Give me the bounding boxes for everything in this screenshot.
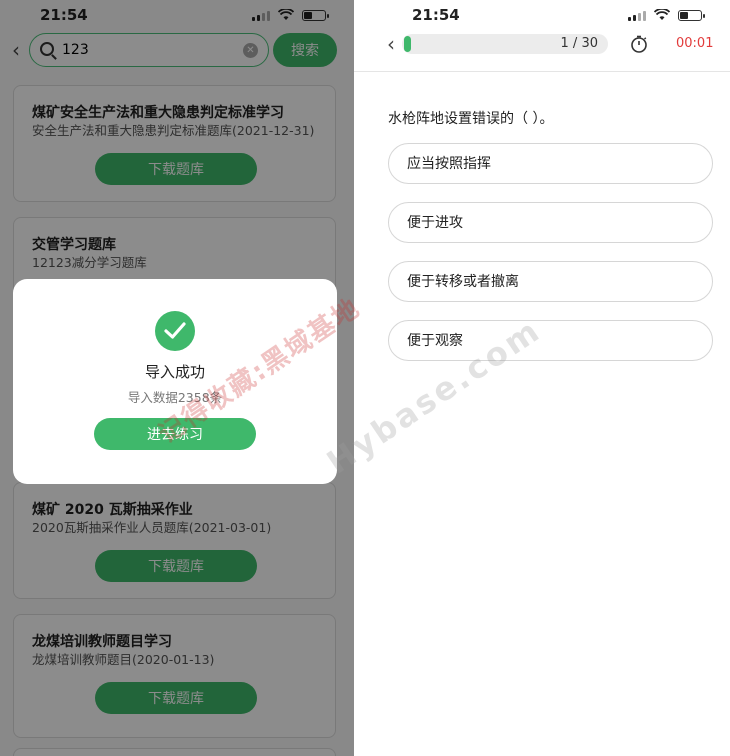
search-screen: 21:54 ‹ ✕ 搜索 煤矿安全生产法和重大隐患判定标准学习 安全生产法和重大…: [0, 0, 354, 756]
back-chevron-icon[interactable]: ‹: [387, 32, 395, 56]
wifi-icon: [654, 9, 670, 20]
screen: 21:54 ‹ ✕ 搜索 煤矿安全生产法和重大隐患判定标准学习 安全生产法和重大…: [0, 0, 730, 756]
quiz-header: ‹ 1 / 30 00:01: [354, 32, 730, 72]
question-text: 水枪阵地设置错误的（ ）。: [388, 111, 554, 127]
answer-option[interactable]: 应当按照指挥: [388, 143, 713, 184]
answer-option[interactable]: 便于观察: [388, 320, 713, 361]
dialog-subtitle: 导入数据2358条: [127, 390, 223, 405]
signal-icon: [628, 10, 646, 21]
progress-text: 1 / 30: [560, 36, 598, 51]
answer-option[interactable]: 便于进攻: [388, 202, 713, 243]
stopwatch-icon[interactable]: [630, 35, 648, 53]
quiz-screen: 21:54 ‹ 1 / 30 00:01 水枪阵地设置错误的（ ）。 应当按照指…: [354, 0, 730, 756]
check-icon: [155, 311, 195, 351]
status-bar: 21:54: [354, 6, 730, 26]
battery-icon: [678, 9, 705, 21]
status-time: 21:54: [412, 6, 460, 24]
start-practice-button[interactable]: 进去练习: [94, 418, 256, 450]
progress-fill: [404, 36, 411, 52]
progress-bar: 1 / 30: [402, 34, 608, 54]
answer-option[interactable]: 便于转移或者撤离: [388, 261, 713, 302]
import-success-dialog: 导入成功 导入数据2358条 进去练习: [13, 279, 337, 484]
dialog-title: 导入成功: [144, 363, 205, 381]
timer-value: 00:01: [676, 36, 714, 51]
